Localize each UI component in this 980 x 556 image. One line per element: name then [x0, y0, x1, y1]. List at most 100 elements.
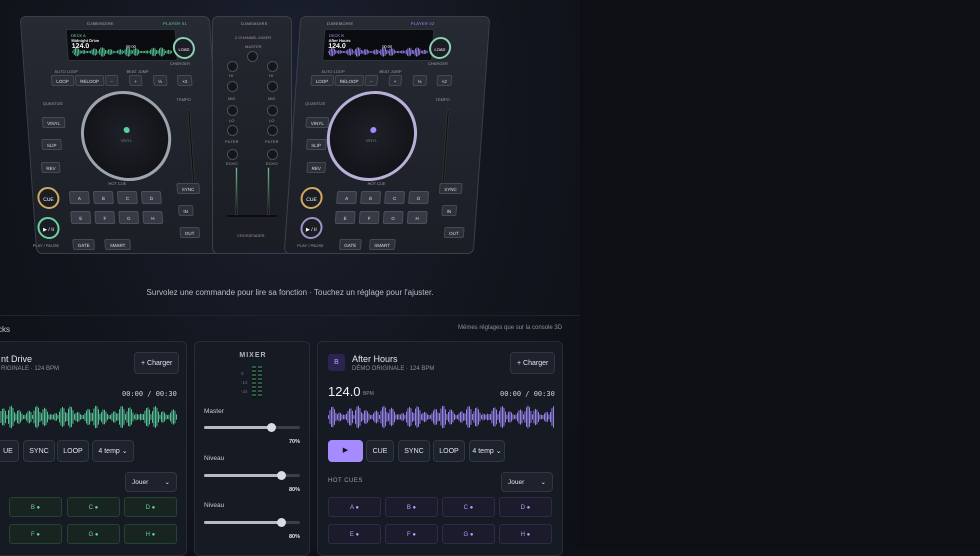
sync-button[interactable]: SYNC — [438, 183, 463, 194]
slip-button[interactable]: SLIP — [305, 139, 327, 150]
pad-c[interactable]: C — [384, 191, 406, 204]
hi-knob-b[interactable] — [267, 61, 278, 72]
pad-g[interactable]: G — [118, 211, 140, 224]
crossfader[interactable] — [227, 215, 277, 217]
load-track-button[interactable]: + Charger — [134, 352, 180, 374]
echo-knob-b[interactable] — [267, 149, 278, 160]
master-knob[interactable] — [247, 51, 258, 62]
hot-cue-g[interactable]: G ● — [67, 524, 120, 544]
master-slider[interactable] — [204, 423, 300, 432]
filter-knob-a[interactable] — [227, 125, 238, 136]
hot-cue-g[interactable]: G ● — [442, 524, 495, 544]
hot-cue-f[interactable]: F ● — [9, 524, 62, 544]
hi-knob-a[interactable] — [227, 61, 238, 72]
hot-cue-b[interactable]: B ● — [385, 497, 438, 517]
slip-button[interactable]: SLIP — [41, 139, 62, 150]
out-button[interactable]: OUT — [443, 227, 465, 238]
jog-wheel[interactable]: VINYL — [323, 91, 421, 181]
hot-cue-e[interactable]: E ● — [328, 524, 381, 544]
minus-button[interactable]: − — [104, 75, 119, 86]
mid-knob-b[interactable] — [267, 81, 278, 92]
hot-cue-c[interactable]: C ● — [442, 497, 495, 517]
x2-button[interactable]: ×2 — [436, 75, 453, 86]
in-button[interactable]: IN — [441, 205, 457, 216]
hot-cue-a[interactable]: A ● — [328, 497, 381, 517]
loop-button[interactable]: LOOP — [50, 75, 75, 86]
hot-cue-f[interactable]: F ● — [385, 524, 438, 544]
reloop-button[interactable]: RELOOP — [334, 75, 364, 86]
loop-button[interactable]: LOOP — [57, 440, 89, 462]
gate-button[interactable]: GATE — [338, 239, 362, 250]
sync-button[interactable]: SYNC — [398, 440, 430, 462]
hot-cue-h[interactable]: H ● — [124, 524, 177, 544]
pad-g[interactable]: G — [382, 211, 404, 224]
pad-b[interactable]: B — [92, 191, 114, 204]
tempo-fader[interactable] — [441, 109, 450, 184]
level-a-slider[interactable] — [204, 471, 300, 480]
rev-button[interactable]: REV — [306, 162, 327, 173]
cue-button[interactable]: CUE — [299, 187, 324, 209]
load-track-button[interactable]: + Charger — [510, 352, 556, 374]
half-button[interactable]: ½ — [412, 75, 427, 86]
pad-d[interactable]: D — [140, 191, 162, 204]
loop-length-select[interactable]: 4 temp ⌄ — [469, 440, 505, 462]
channel-fader-a[interactable] — [235, 167, 238, 215]
gate-button[interactable]: GATE — [72, 239, 95, 250]
vinyl-button[interactable]: VINYL — [41, 117, 66, 128]
cue-button[interactable]: UE — [0, 440, 19, 462]
pad-mode-select[interactable]: Jouer ⌄ — [501, 472, 553, 492]
mid-knob-a[interactable] — [227, 81, 238, 92]
smart-button[interactable]: SMART — [368, 239, 396, 250]
lo-knob-b[interactable] — [267, 105, 278, 116]
pad-a[interactable]: A — [336, 191, 358, 204]
loop-button[interactable]: LOOP — [310, 75, 334, 86]
sync-button[interactable]: SYNC — [176, 183, 200, 194]
x2-button[interactable]: ×2 — [176, 75, 193, 86]
level-b-slider[interactable] — [204, 518, 300, 527]
hot-cue-d[interactable]: D ● — [499, 497, 552, 517]
load-button[interactable]: LOAD — [172, 37, 196, 59]
sync-button[interactable]: SYNC — [23, 440, 55, 462]
hot-cue-b[interactable]: B ● — [9, 497, 62, 517]
echo-knob-a[interactable] — [227, 149, 238, 160]
pad-h[interactable]: H — [142, 211, 164, 224]
plus-button[interactable]: + — [128, 75, 143, 86]
pad-c[interactable]: C — [116, 191, 138, 204]
plus-button[interactable]: + — [388, 75, 402, 86]
filter-knob-b[interactable] — [267, 125, 278, 136]
half-button[interactable]: ½ — [152, 75, 168, 86]
pad-f[interactable]: F — [358, 211, 380, 224]
vinyl-button[interactable]: VINYL — [305, 117, 330, 128]
out-button[interactable]: OUT — [179, 227, 200, 238]
smart-button[interactable]: SMART — [104, 239, 131, 250]
rev-button[interactable]: REV — [40, 162, 61, 173]
channel-fader-b[interactable] — [267, 167, 270, 215]
loop-button[interactable]: LOOP — [433, 440, 465, 462]
pad-h[interactable]: H — [406, 211, 428, 224]
pad-e[interactable]: E — [334, 211, 356, 224]
pad-f[interactable]: F — [94, 211, 116, 224]
pad-mode-select[interactable]: Jouer ⌄ — [125, 472, 177, 492]
play-pause-button[interactable]: ▶ / II — [299, 217, 324, 239]
pad-b[interactable]: B — [360, 191, 382, 204]
minus-button[interactable]: − — [364, 75, 378, 86]
pad-e[interactable]: E — [70, 211, 92, 224]
waveform[interactable] — [0, 405, 177, 429]
waveform[interactable] — [328, 405, 554, 429]
play-pause-button[interactable]: ▶ / II — [36, 217, 61, 239]
jog-wheel[interactable]: VINYL — [77, 91, 175, 181]
hot-cue-h[interactable]: H ● — [499, 524, 552, 544]
play-button[interactable]: ▶ — [328, 440, 363, 462]
tempo-fader[interactable] — [187, 109, 196, 184]
pad-a[interactable]: A — [68, 191, 90, 204]
cue-button[interactable]: CUE — [36, 187, 61, 209]
reloop-button[interactable]: RELOOP — [74, 75, 105, 86]
hot-cue-d[interactable]: D ● — [124, 497, 177, 517]
in-button[interactable]: IN — [177, 205, 194, 216]
lo-knob-a[interactable] — [227, 105, 238, 116]
loop-length-select[interactable]: 4 temp ⌄ — [92, 440, 134, 462]
load-button[interactable]: LOAD — [428, 37, 452, 59]
cue-button[interactable]: CUE — [366, 440, 394, 462]
pad-d[interactable]: D — [408, 191, 430, 204]
hot-cue-c[interactable]: C ● — [67, 497, 120, 517]
